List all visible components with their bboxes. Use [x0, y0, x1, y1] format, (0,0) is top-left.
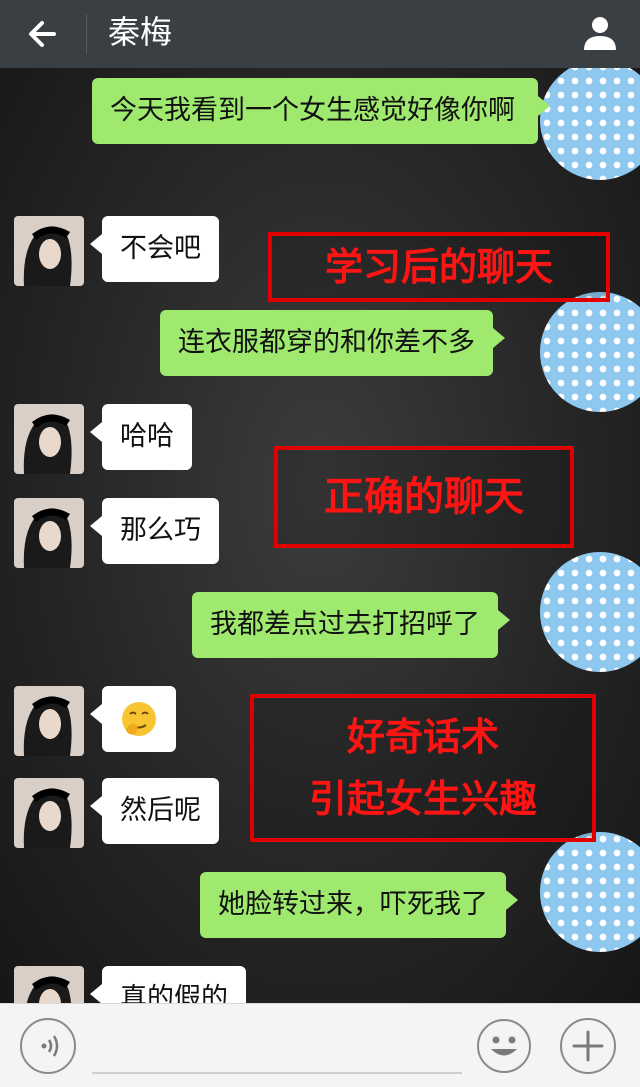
- thinking-emoji-icon: [122, 702, 156, 736]
- contact-avatar[interactable]: [14, 966, 84, 1003]
- contact-avatar[interactable]: [14, 404, 84, 474]
- message-bubble-sent[interactable]: 我都差点过去打招呼了: [192, 592, 510, 658]
- chat-title: 秦梅: [108, 13, 173, 51]
- contact-avatar[interactable]: [14, 498, 84, 568]
- input-bar: [0, 1003, 640, 1087]
- plus-button[interactable]: [560, 1018, 616, 1074]
- message-bubble-sent[interactable]: 她脸转过来，吓死我了: [200, 872, 518, 938]
- message-bubble-received[interactable]: [90, 686, 176, 752]
- emoji-button-icon[interactable]: [476, 1018, 532, 1074]
- plus-icon: [572, 1030, 604, 1062]
- annotation-text: 学习后的聊天: [324, 245, 553, 289]
- voice-button[interactable]: [20, 1018, 76, 1074]
- my-avatar[interactable]: [540, 552, 640, 672]
- message-input[interactable]: [92, 1072, 462, 1074]
- my-avatar[interactable]: [540, 68, 640, 180]
- annotation-text: 正确的聊天: [324, 474, 524, 520]
- message-bubble-received[interactable]: 哈哈: [90, 404, 192, 470]
- message-bubble-received[interactable]: 不会吧: [90, 216, 219, 282]
- title-divider: [86, 14, 87, 54]
- annotation-text-line2: 引起女生兴趣: [308, 777, 537, 821]
- message-bubble-received[interactable]: 真的假的: [90, 966, 246, 1003]
- my-avatar[interactable]: [540, 832, 640, 952]
- annotation-box: 好奇话术 引起女生兴趣: [250, 694, 596, 842]
- annotation-box: 正确的聊天: [274, 446, 574, 548]
- person-icon[interactable]: [580, 12, 620, 52]
- contact-avatar[interactable]: [14, 778, 84, 848]
- annotation-box: 学习后的聊天: [268, 232, 610, 302]
- chat-area[interactable]: 今天我看到一个女生感觉好像你啊 不会吧 连衣服都穿的和你差不多 哈哈 那么巧 我…: [0, 68, 640, 1003]
- contact-avatar[interactable]: [14, 686, 84, 756]
- message-bubble-received[interactable]: 然后呢: [90, 778, 219, 844]
- message-bubble-sent[interactable]: 今天我看到一个女生感觉好像你啊: [92, 78, 550, 144]
- my-avatar[interactable]: [540, 292, 640, 412]
- voice-icon: [41, 1035, 59, 1057]
- message-bubble-received[interactable]: 那么巧: [90, 498, 219, 564]
- back-arrow-icon[interactable]: [22, 14, 62, 54]
- message-bubble-sent[interactable]: 连衣服都穿的和你差不多: [160, 310, 505, 376]
- contact-avatar[interactable]: [14, 216, 84, 286]
- title-bar: 秦梅: [0, 0, 640, 68]
- annotation-text-line1: 好奇话术: [346, 715, 499, 759]
